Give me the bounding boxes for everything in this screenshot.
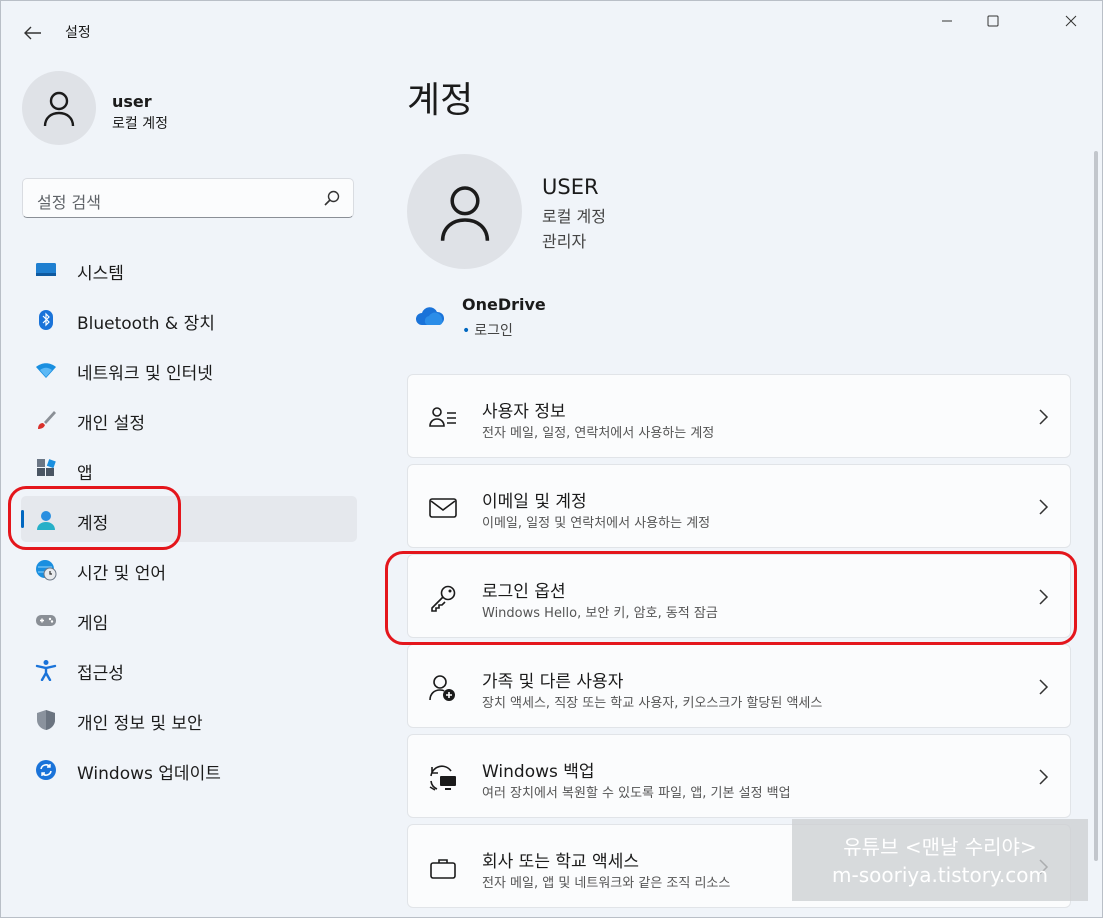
close-button[interactable] (1048, 1, 1094, 41)
card-email-accounts[interactable]: 이메일 및 계정 이메일, 일정 및 연락처에서 사용하는 계정 (407, 464, 1071, 548)
sidebar-user-name: user (112, 92, 152, 111)
globe-clock-icon (36, 560, 57, 581)
person-add-icon (429, 675, 455, 701)
page-title: 계정 (407, 80, 474, 121)
sidebar-item-label: 시간 및 언어 (77, 564, 167, 584)
card-title: 이메일 및 계정 (482, 492, 587, 512)
brush-icon (38, 411, 56, 429)
status-dot: • (462, 323, 471, 339)
monitor-icon (36, 263, 56, 276)
back-arrow-icon (24, 26, 41, 40)
update-icon (36, 760, 56, 780)
sidebar-user-type: 로컬 계정 (112, 116, 168, 132)
card-subtitle: 이메일, 일정 및 연락처에서 사용하는 계정 (482, 516, 711, 531)
onedrive-status: • 로그인 (462, 320, 513, 340)
sidebar-item-label: 접근성 (77, 664, 124, 684)
sidebar-item-system[interactable]: 시스템 (21, 246, 357, 292)
highlight-sign-in-options (385, 551, 1077, 645)
sidebar-item-label: 시스템 (77, 264, 124, 284)
card-family-other-users[interactable]: 가족 및 다른 사용자 장치 액세스, 직장 또는 학교 사용자, 키오스크가 … (407, 644, 1071, 728)
card-windows-backup[interactable]: Windows 백업 여러 장치에서 복원할 수 있도록 파일, 앱, 기본 설… (407, 734, 1071, 818)
sidebar-item-privacy[interactable]: 개인 정보 및 보안 (21, 696, 357, 742)
search-input[interactable]: 설정 검색 (22, 178, 354, 218)
scrollbar[interactable] (1094, 151, 1098, 861)
title-bar: 설정 (1, 1, 1102, 61)
back-button[interactable] (19, 19, 47, 47)
card-title: Windows 백업 (482, 762, 595, 782)
card-title: 사용자 정보 (482, 402, 566, 422)
briefcase-icon (430, 859, 456, 879)
sidebar-item-label: Windows 업데이트 (77, 764, 221, 784)
wifi-icon (36, 363, 56, 378)
onedrive-cloud-icon (416, 307, 445, 325)
accessibility-icon (35, 660, 57, 681)
sidebar-item-time-language[interactable]: 시간 및 언어 (21, 546, 357, 592)
shield-icon (37, 710, 55, 730)
sidebar-item-bluetooth[interactable]: Bluetooth & 장치 (21, 296, 357, 342)
card-title: 회사 또는 학교 액세스 (482, 852, 639, 872)
main-avatar[interactable] (407, 154, 522, 269)
sidebar-item-label: 개인 정보 및 보안 (77, 714, 203, 734)
person-list-icon (429, 407, 456, 427)
sidebar-item-label: Bluetooth & 장치 (77, 314, 215, 334)
gamepad-icon (36, 615, 56, 626)
settings-window: 설정 user 로컬 계정 설정 검색 시스템 Bluetooth & 장치 네… (0, 0, 1103, 918)
main-user-role: 관리자 (542, 232, 587, 251)
search-placeholder: 설정 검색 (37, 193, 101, 212)
watermark: 유튜브 <맨날 수리야> m-sooriya.tistory.com (792, 819, 1088, 901)
sidebar-item-personalization[interactable]: 개인 설정 (21, 396, 357, 442)
sidebar-item-accessibility[interactable]: 접근성 (21, 646, 357, 692)
maximize-icon (987, 15, 999, 27)
onedrive-status-text: 로그인 (474, 323, 513, 339)
card-subtitle: 여러 장치에서 복원할 수 있도록 파일, 앱, 기본 설정 백업 (482, 786, 791, 801)
mail-icon (429, 498, 457, 518)
person-icon (43, 91, 75, 127)
minimize-button[interactable] (924, 1, 970, 41)
backup-icon (429, 765, 456, 791)
person-icon (440, 185, 489, 241)
sidebar-item-network[interactable]: 네트워크 및 인터넷 (21, 346, 357, 392)
chevron-right-icon (1039, 679, 1049, 695)
apps-icon (37, 459, 56, 476)
card-title: 가족 및 다른 사용자 (482, 672, 624, 692)
sidebar-item-gaming[interactable]: 게임 (21, 596, 357, 642)
close-icon (1065, 15, 1077, 27)
sidebar-item-label: 네트워크 및 인터넷 (77, 364, 213, 384)
sidebar-avatar[interactable] (22, 71, 96, 145)
sidebar-item-label: 앱 (77, 464, 93, 484)
sidebar-item-windows-update[interactable]: Windows 업데이트 (21, 746, 357, 792)
chevron-right-icon (1039, 499, 1049, 515)
sidebar-item-label: 개인 설정 (77, 414, 145, 434)
main-user-type: 로컬 계정 (542, 207, 606, 226)
maximize-button[interactable] (970, 1, 1016, 41)
watermark-line2: m-sooriya.tistory.com (832, 863, 1048, 887)
bluetooth-icon (39, 310, 53, 330)
chevron-right-icon (1039, 409, 1049, 425)
card-subtitle: 전자 메일, 일정, 연락처에서 사용하는 계정 (482, 426, 715, 441)
search-icon[interactable] (323, 189, 341, 207)
card-your-info[interactable]: 사용자 정보 전자 메일, 일정, 연락처에서 사용하는 계정 (407, 374, 1071, 458)
watermark-line1: 유튜브 <맨날 수리야> (843, 835, 1037, 859)
card-subtitle: 장치 액세스, 직장 또는 학교 사용자, 키오스크가 할당된 액세스 (482, 696, 823, 711)
onedrive-name[interactable]: OneDrive (462, 295, 546, 314)
card-subtitle: 전자 메일, 앱 및 네트워크와 같은 조직 리소스 (482, 876, 731, 891)
highlight-accounts (8, 486, 181, 550)
sidebar-item-label: 게임 (77, 614, 109, 634)
chevron-right-icon (1039, 769, 1049, 785)
main-user-name: USER (542, 175, 599, 199)
minimize-icon (942, 20, 952, 22)
window-title: 설정 (65, 25, 91, 41)
